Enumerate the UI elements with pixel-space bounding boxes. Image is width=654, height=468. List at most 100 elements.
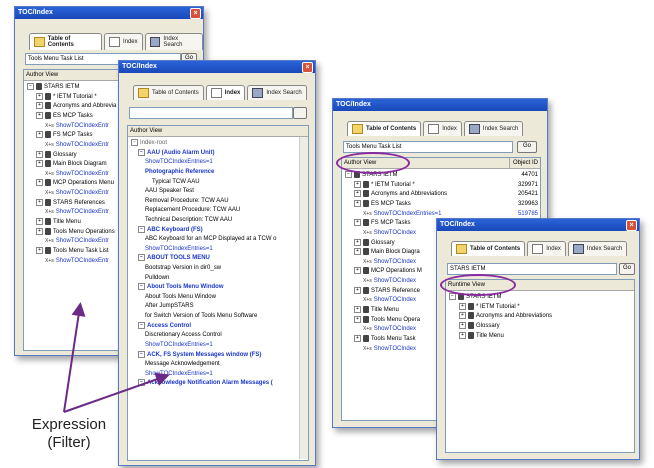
tree-item[interactable]: Typical TCW AAU xyxy=(128,178,308,188)
tab-index-search[interactable]: Index Search xyxy=(144,33,203,50)
expand-toggle-icon[interactable]: + xyxy=(354,180,361,188)
expand-toggle-icon[interactable]: + xyxy=(36,246,43,254)
expand-toggle-icon[interactable]: + xyxy=(36,227,43,235)
expand-toggle-icon[interactable]: + xyxy=(354,219,361,227)
go-button[interactable]: Go xyxy=(517,141,537,153)
tree-item[interactable]: Photographic Reference xyxy=(128,168,308,178)
tree-item[interactable]: − Access Control xyxy=(128,321,308,332)
index-tree-panel[interactable]: Author View − Index-root − AAU (Audio Alarm… xyxy=(127,125,309,461)
expand-toggle-icon[interactable]: + xyxy=(36,160,43,168)
tree-item[interactable]: Discretionary Access Control xyxy=(128,331,308,341)
tree-item[interactable]: + Acronyms and Abbreviations 205421 xyxy=(342,190,540,200)
tree-item[interactable]: Replacement Procedure: TCW AAU xyxy=(128,206,308,216)
tab-table-of-contents[interactable]: Table of Contents xyxy=(133,85,204,100)
tree-item[interactable]: ABC Keyboard for an MCP Displayed at a T… xyxy=(128,235,308,245)
go-button[interactable] xyxy=(293,107,307,119)
expand-toggle-icon[interactable]: − xyxy=(138,321,145,329)
tree-item[interactable]: for Switch Version of Tools Menu Softwar… xyxy=(128,312,308,322)
expand-toggle-icon[interactable]: + xyxy=(354,248,361,256)
expand-toggle-icon[interactable]: + xyxy=(36,112,43,120)
tab-index-search[interactable]: Index Search xyxy=(463,121,524,136)
tree-item[interactable]: − Index-root xyxy=(128,139,308,149)
go-button[interactable]: Go xyxy=(619,263,635,275)
tab-index[interactable]: Index xyxy=(423,121,462,136)
tab-index-search[interactable]: Index Search xyxy=(247,85,307,100)
expand-toggle-icon[interactable]: + xyxy=(354,315,361,323)
tab-table-of-contents[interactable]: Table of Contents xyxy=(347,121,422,136)
expand-toggle-icon[interactable]: + xyxy=(459,312,466,320)
tree-item[interactable]: − ABC Keyboard (FS) xyxy=(128,225,308,236)
expand-toggle-icon[interactable]: − xyxy=(131,139,138,146)
tab-index[interactable]: Index xyxy=(103,33,143,50)
expand-toggle-icon[interactable]: − xyxy=(345,171,352,178)
tree-item[interactable]: + Acronyms and Abbreviations xyxy=(446,312,634,322)
tree-item[interactable]: − ABOUT TOOLS MENU xyxy=(128,254,308,264)
expand-toggle-icon[interactable]: + xyxy=(354,190,361,198)
tree-item[interactable]: − AAU (Audio Alarm Unit) xyxy=(128,148,308,159)
expand-toggle-icon[interactable]: + xyxy=(36,131,43,139)
expand-toggle-icon[interactable]: − xyxy=(138,254,145,262)
expand-toggle-icon[interactable]: − xyxy=(138,148,145,156)
expand-toggle-icon[interactable]: + xyxy=(36,92,43,100)
tree-item[interactable]: ShowTOCIndexEntries=1 xyxy=(128,341,308,351)
expand-toggle-icon[interactable]: − xyxy=(138,225,145,233)
tree-item[interactable]: ShowTOCIndexEntries=1 xyxy=(128,245,308,255)
window-titlebar[interactable]: TOC/Index xyxy=(333,99,547,111)
expand-toggle-icon[interactable]: + xyxy=(354,267,361,275)
tab-index-search[interactable]: Index Search xyxy=(567,241,628,256)
close-icon[interactable]: × xyxy=(302,62,313,73)
expand-toggle-icon[interactable]: + xyxy=(354,286,361,294)
tree-item[interactable]: AAU Speaker Test xyxy=(128,187,308,197)
expand-toggle-icon[interactable]: + xyxy=(459,322,466,330)
window-titlebar[interactable]: TOC/Index × xyxy=(437,219,639,231)
tab-index[interactable]: Index xyxy=(205,85,246,100)
tree-item[interactable]: + * IETM Tutorial * 329971 xyxy=(342,180,540,191)
expand-toggle-icon[interactable]: − xyxy=(138,350,145,358)
expand-toggle-icon[interactable]: + xyxy=(354,200,361,208)
tree-item[interactable]: + * IETM Tutorial * xyxy=(446,302,634,313)
tree-item[interactable]: ShowTOCIndexEntries=1 xyxy=(128,370,308,380)
expand-toggle-icon[interactable]: + xyxy=(36,198,43,206)
window-titlebar[interactable]: TOC/Index × xyxy=(15,7,203,19)
expand-toggle-icon[interactable]: + xyxy=(459,302,466,310)
expand-toggle-icon[interactable]: + xyxy=(36,102,43,110)
expand-toggle-icon[interactable]: − xyxy=(138,283,145,291)
expand-toggle-icon[interactable]: + xyxy=(354,306,361,314)
expand-toggle-icon[interactable]: − xyxy=(27,83,34,90)
tree-item[interactable]: ShowTOCIndexEntries=1 xyxy=(128,158,308,168)
expand-toggle-icon[interactable]: + xyxy=(36,150,43,158)
tab-index[interactable]: Index xyxy=(527,241,566,256)
tree-item[interactable]: Pulldown xyxy=(128,274,308,284)
expand-toggle-icon[interactable]: + xyxy=(354,334,361,342)
tree-item[interactable]: + Title Menu xyxy=(446,331,634,342)
expand-toggle-icon[interactable]: + xyxy=(354,238,361,246)
tree-item[interactable]: Removal Procedure: TCW AAU xyxy=(128,197,308,207)
tab-label: Index Search xyxy=(266,90,302,96)
expand-toggle-icon[interactable]: − xyxy=(138,379,145,387)
tree-item[interactable]: + Glossary xyxy=(446,322,634,332)
tab-table-of-contents[interactable]: Table of Contents xyxy=(451,241,526,256)
close-icon[interactable]: × xyxy=(626,220,637,231)
tree-item[interactable]: + ES MCP Tasks 329963 xyxy=(342,200,540,210)
tree-item-label: Tools Menu Task xyxy=(371,336,416,343)
expand-toggle-icon[interactable]: + xyxy=(459,331,466,339)
tree-item[interactable]: − About Tools Menu Window xyxy=(128,283,308,293)
tree-item[interactable]: After JumpSTARS xyxy=(128,302,308,312)
expand-toggle-icon[interactable]: − xyxy=(449,293,456,300)
window-titlebar[interactable]: TOC/Index × xyxy=(119,61,315,73)
tree-item-label: Message Acknowledgement xyxy=(145,361,220,368)
tree-list: − STARS IETM + * IETM Tutorial * + Acronyms a… xyxy=(446,291,634,341)
expand-toggle-icon[interactable]: + xyxy=(36,218,43,226)
index-filter-input[interactable] xyxy=(129,107,293,119)
expand-toggle-icon[interactable]: + xyxy=(36,179,43,187)
tree-item[interactable]: About Tools Menu Window xyxy=(128,293,308,303)
tab-table-of-contents[interactable]: Table of Contents xyxy=(29,33,102,50)
tree-item[interactable]: Message Acknowledgement xyxy=(128,360,308,370)
close-icon[interactable]: × xyxy=(190,8,201,19)
toc-tree-panel[interactable]: Runtime View − STARS IETM + * IETM Tutorial… xyxy=(445,279,635,453)
tree-item[interactable]: Technical Description: TCW AAU xyxy=(128,216,308,226)
scrollbar[interactable] xyxy=(299,137,308,459)
tree-item[interactable]: − ACK, FS System Messages window (FS) xyxy=(128,350,308,361)
tree-item[interactable]: Bootstrap Version in dir0_sw xyxy=(128,264,308,274)
tree-item[interactable]: − Acknowledge Notification Alarm Messages… xyxy=(128,379,308,389)
